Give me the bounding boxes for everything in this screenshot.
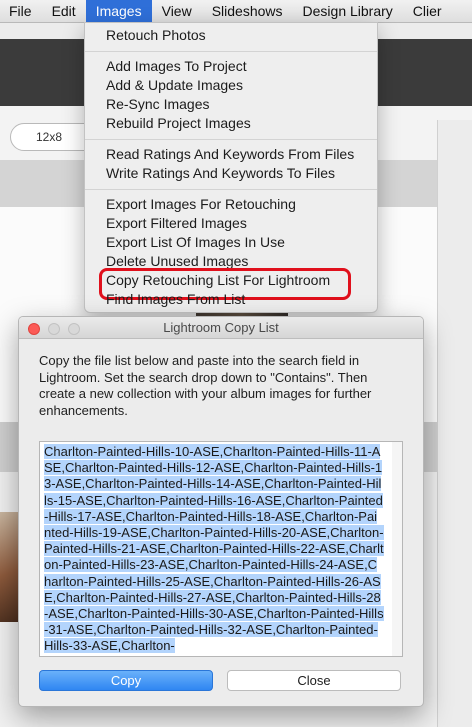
menu-images[interactable]: Images	[85, 0, 152, 23]
menu-file[interactable]: File	[0, 0, 42, 23]
dialog-instructions: Copy the file list below and paste into …	[39, 353, 372, 418]
close-button[interactable]: Close	[227, 670, 401, 691]
menu-item-read-ratings[interactable]: Read Ratings And Keywords From Files	[85, 145, 377, 164]
copy-button[interactable]: Copy	[39, 670, 213, 691]
file-list-text: Charlton-Painted-Hills-10-ASE,Charlton-P…	[44, 444, 384, 654]
menu-item-export-retouching[interactable]: Export Images For Retouching	[85, 195, 377, 214]
menu-bar: File Edit Images View Slideshows Design …	[0, 0, 472, 23]
menu-item-write-ratings[interactable]: Write Ratings And Keywords To Files	[85, 164, 377, 183]
menu-slideshows[interactable]: Slideshows	[202, 0, 293, 23]
dialog-titlebar: Lightroom Copy List	[19, 317, 423, 339]
images-menu-dropdown: Retouch Photos Add Images To Project Add…	[84, 22, 378, 313]
file-list-textarea[interactable]: Charlton-Painted-Hills-10-ASE,Charlton-P…	[39, 441, 403, 657]
menu-view[interactable]: View	[152, 0, 202, 23]
menu-item-add-update-images[interactable]: Add & Update Images	[85, 76, 377, 95]
menu-edit[interactable]: Edit	[42, 0, 86, 23]
menu-item-export-filtered[interactable]: Export Filtered Images	[85, 214, 377, 233]
menu-separator	[85, 51, 377, 52]
textarea-scrollbar[interactable]	[392, 442, 402, 656]
photo-left[interactable]	[0, 512, 20, 622]
menu-item-find-images[interactable]: Find Images From List	[85, 290, 377, 309]
lightroom-copy-list-dialog: Lightroom Copy List Copy the file list b…	[18, 316, 424, 707]
dialog-title: Lightroom Copy List	[163, 320, 279, 335]
menu-item-add-images[interactable]: Add Images To Project	[85, 57, 377, 76]
menu-separator	[85, 189, 377, 190]
menu-item-retouch-photos[interactable]: Retouch Photos	[85, 26, 377, 45]
menu-clients[interactable]: Clier	[403, 0, 452, 23]
menu-item-export-list-in-use[interactable]: Export List Of Images In Use	[85, 233, 377, 252]
menu-item-copy-retouching-list[interactable]: Copy Retouching List For Lightroom	[85, 268, 377, 300]
menu-item-resync-images[interactable]: Re-Sync Images	[85, 95, 377, 114]
menu-item-rebuild-images[interactable]: Rebuild Project Images	[85, 114, 377, 133]
app-right-panel	[437, 120, 472, 727]
menu-separator	[85, 139, 377, 140]
menu-design-library[interactable]: Design Library	[293, 0, 403, 23]
